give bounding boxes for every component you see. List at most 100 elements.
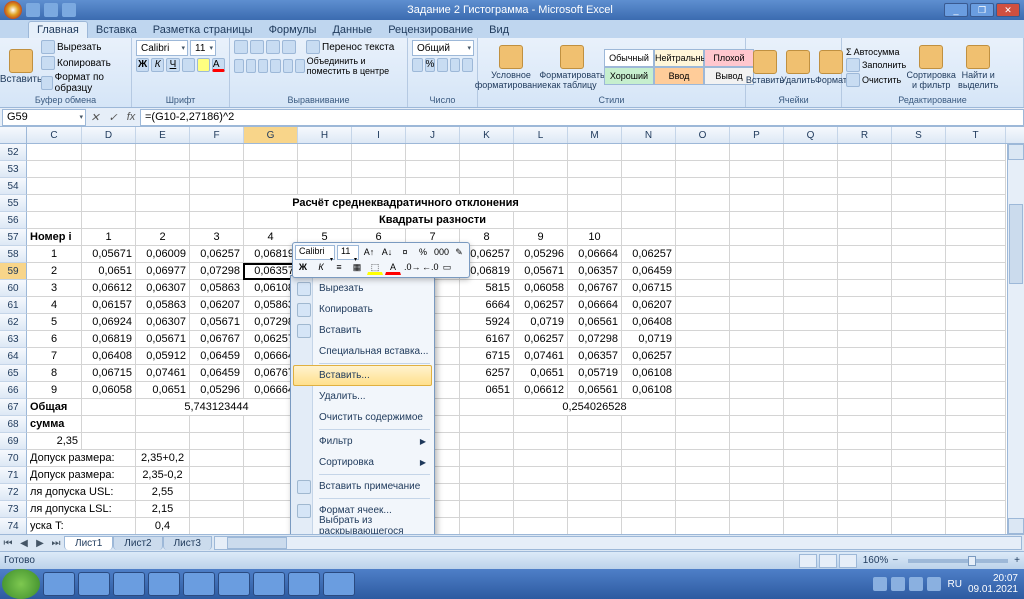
cell[interactable]: 0,05719 xyxy=(568,365,622,382)
cell[interactable] xyxy=(676,450,730,467)
cell[interactable] xyxy=(946,161,1006,178)
cell[interactable] xyxy=(622,229,676,246)
cell[interactable]: 9 xyxy=(27,382,82,399)
italic-button[interactable]: К xyxy=(151,58,164,72)
cell[interactable] xyxy=(730,314,784,331)
mini-font-color[interactable]: A xyxy=(385,260,401,275)
row-header-56[interactable]: 56 xyxy=(0,212,27,229)
cell[interactable]: 0,06924 xyxy=(82,314,136,331)
cell[interactable] xyxy=(27,144,82,161)
mini-inc-decimal[interactable]: .0→ xyxy=(403,260,419,275)
tray-icon-3[interactable] xyxy=(909,577,923,591)
cell[interactable] xyxy=(136,416,190,433)
cell[interactable] xyxy=(784,314,838,331)
cell[interactable]: 4 xyxy=(27,297,82,314)
conditional-formatting-button[interactable]: Условное форматирование xyxy=(482,45,540,90)
cell[interactable]: Общая xyxy=(27,399,82,416)
cell[interactable] xyxy=(838,263,892,280)
cell[interactable] xyxy=(730,450,784,467)
cell[interactable] xyxy=(82,144,136,161)
cell[interactable] xyxy=(82,178,136,195)
cell[interactable]: 0,05912 xyxy=(136,348,190,365)
cell[interactable] xyxy=(676,246,730,263)
cell[interactable] xyxy=(352,178,406,195)
cell[interactable]: 0,05671 xyxy=(136,331,190,348)
cell[interactable]: 0,06108 xyxy=(622,382,676,399)
cell[interactable] xyxy=(946,178,1006,195)
row-header-67[interactable]: 67 xyxy=(0,399,27,416)
col-header-D[interactable]: D xyxy=(82,127,136,143)
cell[interactable] xyxy=(514,416,568,433)
copy-button[interactable]: Копировать xyxy=(41,56,127,70)
cell[interactable]: 0,0651 xyxy=(136,382,190,399)
cell[interactable] xyxy=(676,399,730,416)
cell[interactable]: 0,05296 xyxy=(190,382,244,399)
cell[interactable]: 6 xyxy=(27,331,82,348)
cell[interactable]: 0,06819 xyxy=(244,246,298,263)
align-center-button[interactable] xyxy=(246,59,256,73)
cell[interactable] xyxy=(730,399,784,416)
cell[interactable] xyxy=(730,416,784,433)
cell[interactable] xyxy=(136,433,190,450)
cell[interactable] xyxy=(838,433,892,450)
select-all-corner[interactable] xyxy=(0,127,27,143)
fill-button[interactable]: Заполнить xyxy=(846,58,906,72)
cell[interactable] xyxy=(622,467,676,484)
cell[interactable] xyxy=(676,484,730,501)
cell[interactable]: 0,06207 xyxy=(190,297,244,314)
cell[interactable] xyxy=(784,246,838,263)
cell[interactable] xyxy=(352,161,406,178)
tray-icon-1[interactable] xyxy=(873,577,887,591)
sort-filter-button[interactable]: Сортировка и фильтр xyxy=(909,45,953,90)
paste-button[interactable]: Вставить xyxy=(4,49,38,85)
col-header-K[interactable]: K xyxy=(460,127,514,143)
cell[interactable] xyxy=(946,501,1006,518)
cell[interactable] xyxy=(676,229,730,246)
cell[interactable]: 6664 xyxy=(460,297,514,314)
cell[interactable]: 0,0719 xyxy=(622,331,676,348)
clear-button[interactable]: Очистить xyxy=(846,73,906,87)
cell[interactable] xyxy=(892,518,946,534)
cell[interactable]: 0,06009 xyxy=(136,246,190,263)
cell[interactable]: 0,06561 xyxy=(568,314,622,331)
formula-input[interactable]: =(G10-2,27186)^2 xyxy=(140,109,1024,126)
horizontal-scrollbar[interactable] xyxy=(214,536,1022,550)
cell[interactable]: 5924 xyxy=(460,314,514,331)
cell[interactable] xyxy=(892,399,946,416)
cell[interactable] xyxy=(892,246,946,263)
cell[interactable]: 0,06058 xyxy=(82,382,136,399)
cell[interactable] xyxy=(946,518,1006,534)
cell[interactable] xyxy=(568,144,622,161)
cell[interactable]: 0,06108 xyxy=(622,365,676,382)
row-header-73[interactable]: 73 xyxy=(0,501,27,518)
cell[interactable] xyxy=(730,246,784,263)
sheet-tab-Лист1[interactable]: Лист1 xyxy=(64,536,113,550)
row-header-53[interactable]: 53 xyxy=(0,161,27,178)
mini-comma[interactable]: 000 xyxy=(433,245,449,260)
cell[interactable] xyxy=(514,518,568,534)
insert-cells-button[interactable]: Вставить xyxy=(750,50,780,85)
cell[interactable] xyxy=(838,331,892,348)
cell[interactable]: 6715 xyxy=(460,348,514,365)
cell[interactable] xyxy=(892,212,946,229)
cell[interactable] xyxy=(784,450,838,467)
cell[interactable] xyxy=(838,382,892,399)
taskbar-app-4[interactable] xyxy=(148,572,180,596)
row-header-63[interactable]: 63 xyxy=(0,331,27,348)
sheet-nav-next[interactable]: ▶ xyxy=(32,538,48,549)
cell[interactable] xyxy=(730,467,784,484)
cell[interactable] xyxy=(784,416,838,433)
cell[interactable] xyxy=(190,144,244,161)
cell[interactable] xyxy=(892,416,946,433)
cell[interactable] xyxy=(676,297,730,314)
context-menu-item[interactable]: Удалить... xyxy=(293,386,432,407)
name-box[interactable]: G59 xyxy=(2,109,86,126)
cell[interactable]: 0,06257 xyxy=(190,246,244,263)
decrease-decimal-button[interactable] xyxy=(462,58,473,72)
tray-icon-4[interactable] xyxy=(927,577,941,591)
cell[interactable] xyxy=(460,144,514,161)
cell[interactable] xyxy=(784,382,838,399)
cell[interactable] xyxy=(730,195,784,212)
worksheet-grid[interactable]: CDEFGHIJKLMNOPQRST 52535455Расчёт средне… xyxy=(0,127,1024,534)
cell[interactable] xyxy=(892,263,946,280)
